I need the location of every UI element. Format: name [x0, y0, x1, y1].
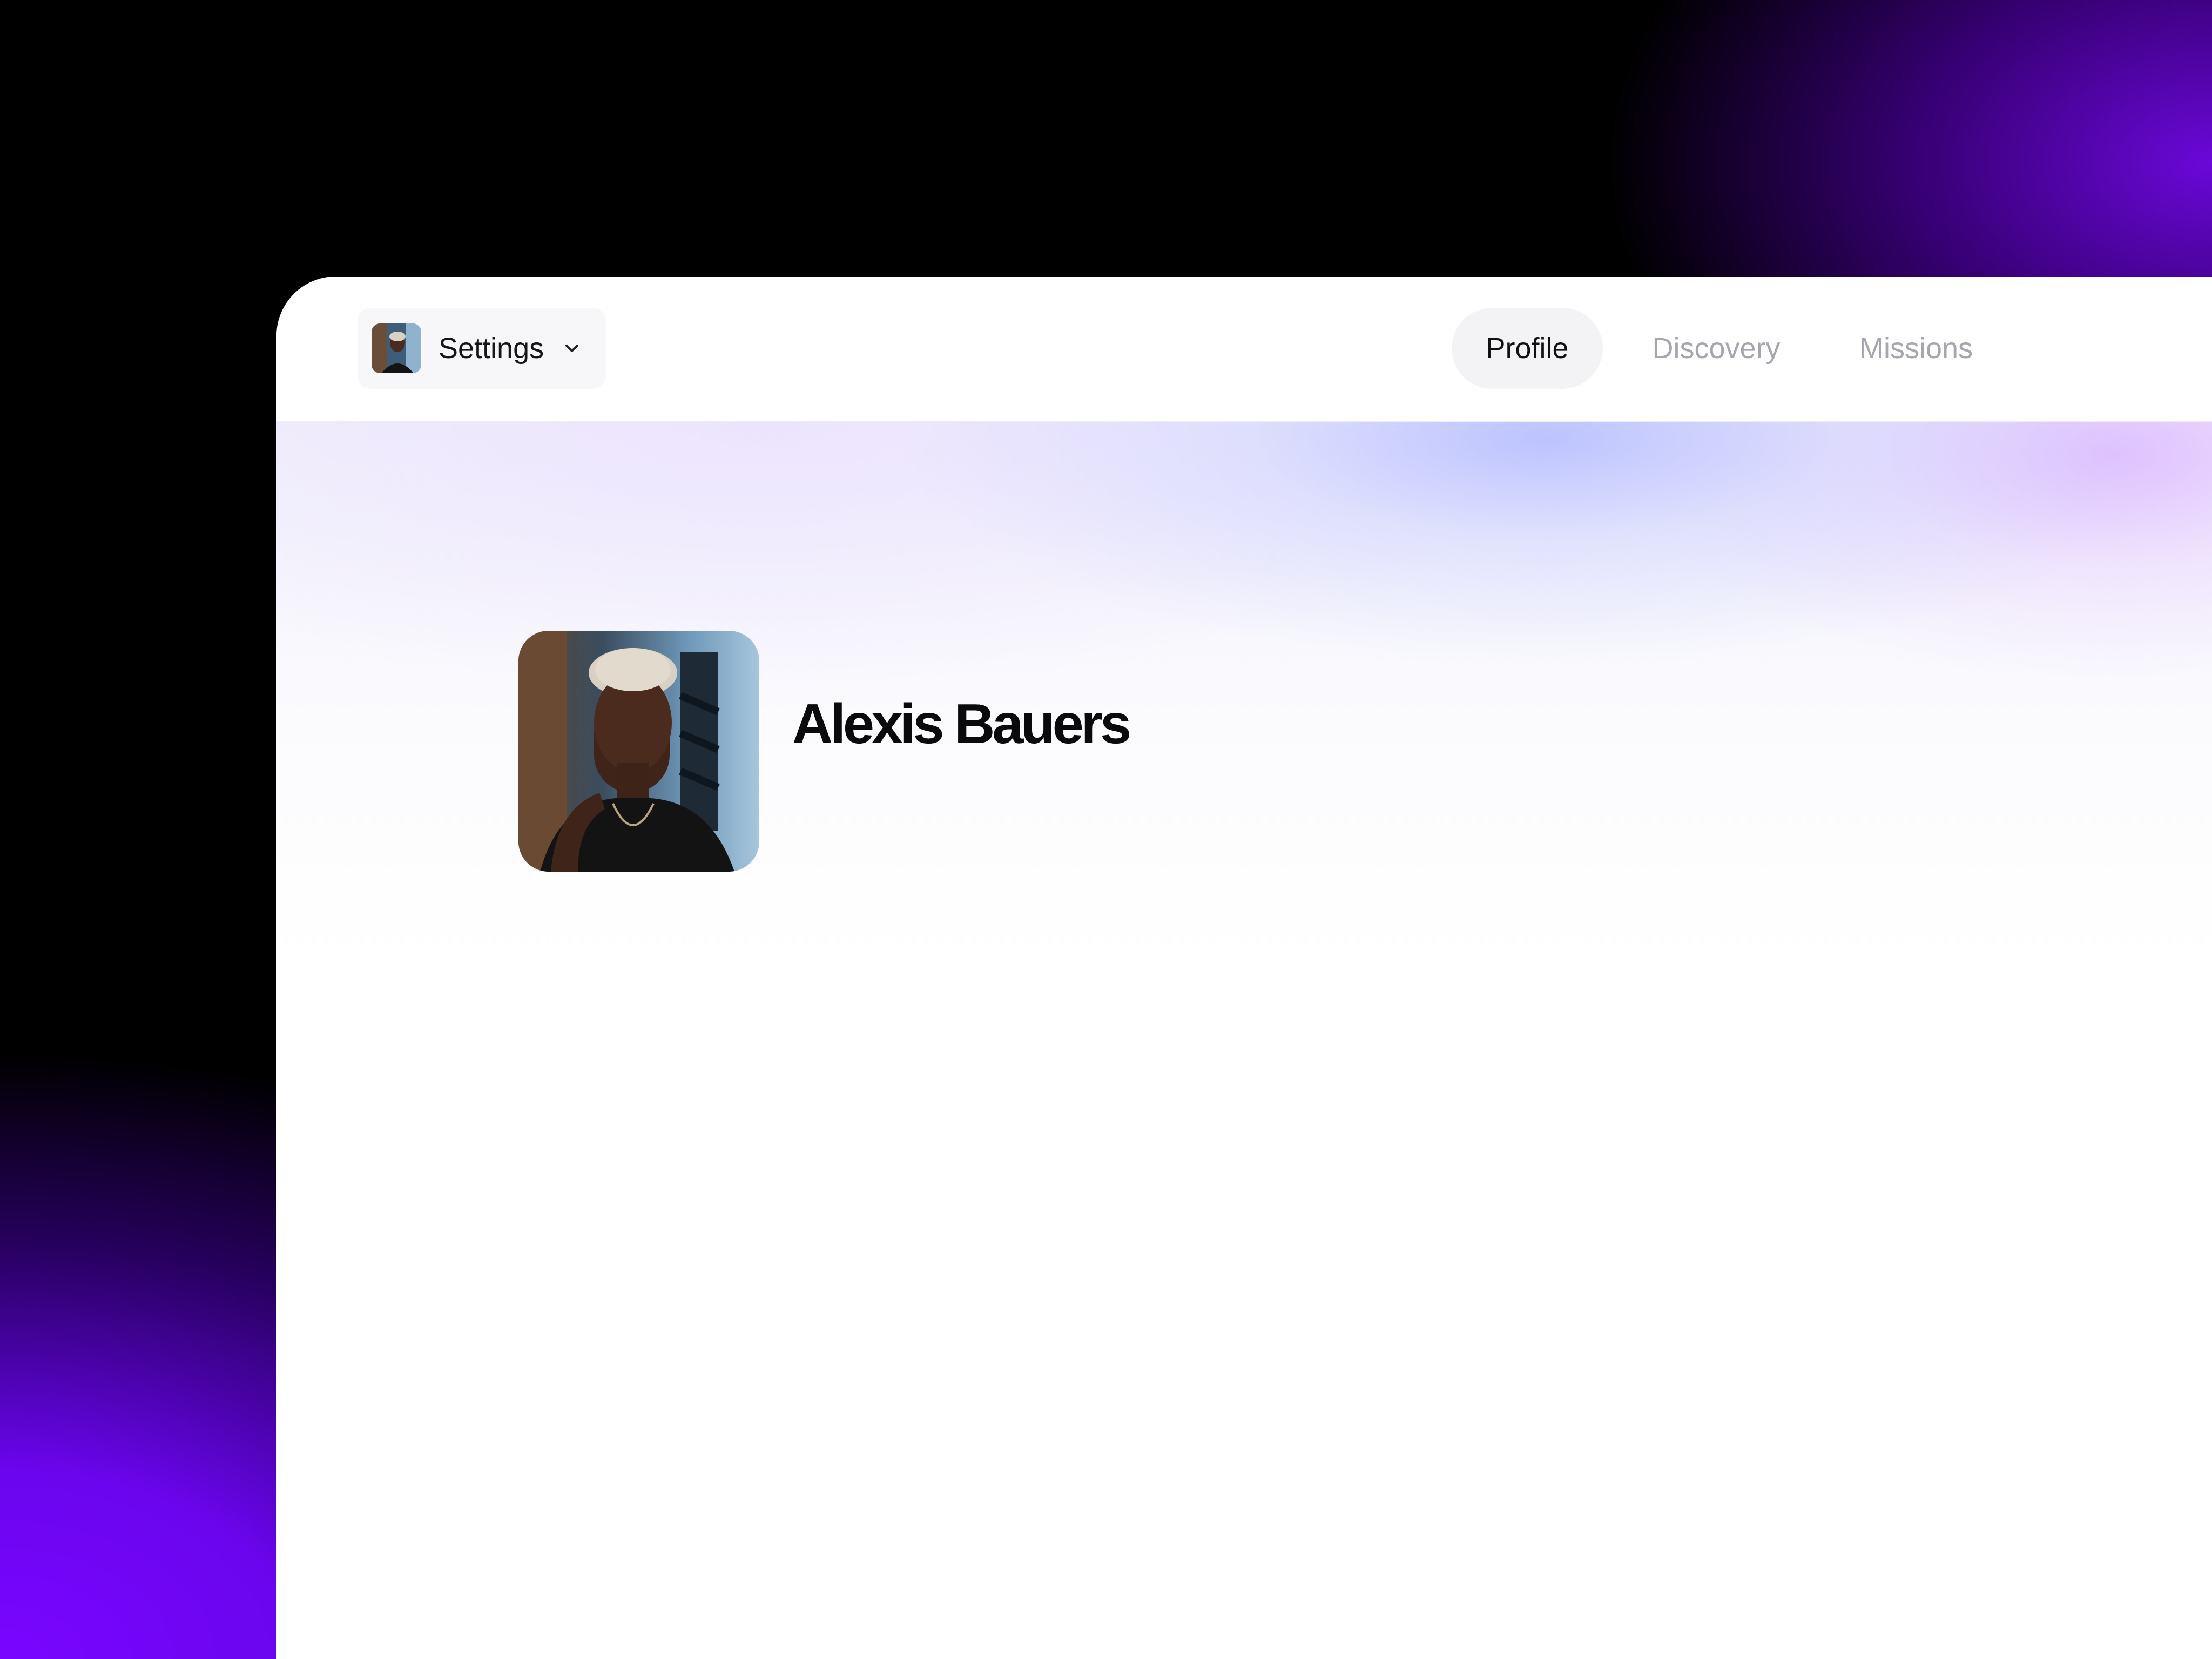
profile-name: Alexis Bauers	[792, 693, 1131, 756]
avatar	[372, 323, 421, 373]
app-window: Settings Profile Discovery Missions Alex…	[276, 276, 2212, 1659]
background: Settings Profile Discovery Missions Alex…	[0, 0, 2212, 1659]
tab-profile[interactable]: Profile	[1452, 308, 1603, 389]
chevron-down-icon	[565, 345, 579, 352]
tab-missions[interactable]: Missions	[1835, 308, 1997, 389]
profile-photo	[518, 631, 759, 872]
settings-label: Settings	[439, 332, 544, 365]
top-navigation-bar: Settings Profile Discovery Missions	[276, 276, 2212, 422]
settings-menu-button[interactable]: Settings	[358, 308, 606, 389]
tab-discovery[interactable]: Discovery	[1619, 308, 1813, 389]
